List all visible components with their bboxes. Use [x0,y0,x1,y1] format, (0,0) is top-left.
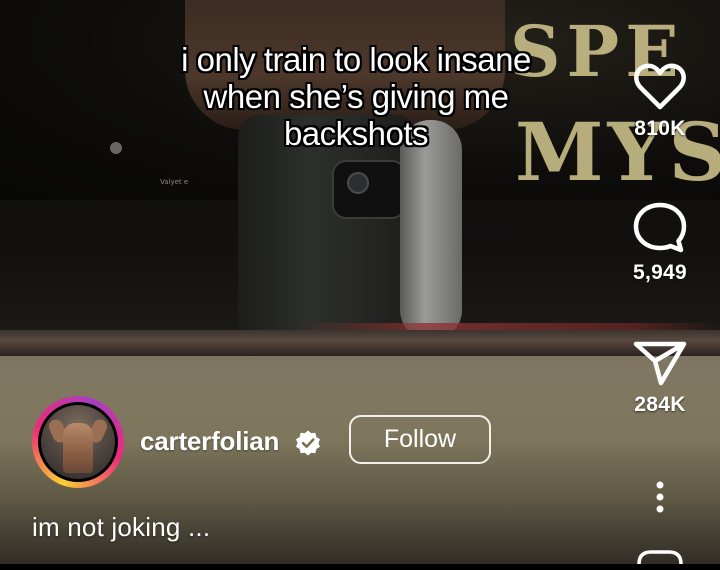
more-vertical-icon [656,481,664,513]
comment-button[interactable]: 5,949 [620,201,700,285]
avatar-figure [63,423,93,473]
comment-bubble-icon [633,202,687,253]
phone-camera-module [332,160,406,219]
avatar[interactable] [38,402,118,482]
like-button[interactable]: 810K [620,63,700,141]
wall-note: Valyet e [160,178,189,186]
verified-badge-icon [296,430,320,456]
author-username[interactable]: carterfolian [140,426,279,457]
avatar-photo [41,405,115,479]
paper-plane-icon [633,341,687,386]
like-count: 810K [634,117,686,140]
share-button[interactable]: 284K [620,339,700,417]
author-row: carterfolian Follow [32,396,512,488]
post-description[interactable]: im not joking ... [32,512,210,543]
share-count: 284K [634,393,686,416]
follow-button[interactable]: Follow [349,415,491,464]
audio-thumbnail-button[interactable] [633,550,687,570]
more-options-button[interactable] [640,480,680,514]
heart-icon [634,63,686,110]
mirror-edge [0,330,720,356]
hand [400,120,462,340]
phone-lens [347,172,369,194]
comment-count: 5,949 [632,261,688,284]
avatar-story-ring[interactable] [32,396,124,488]
audio-thumbnail-icon [637,550,683,565]
wall-knob [110,142,122,154]
video-caption: i only train to look insane when she’s g… [181,41,531,152]
